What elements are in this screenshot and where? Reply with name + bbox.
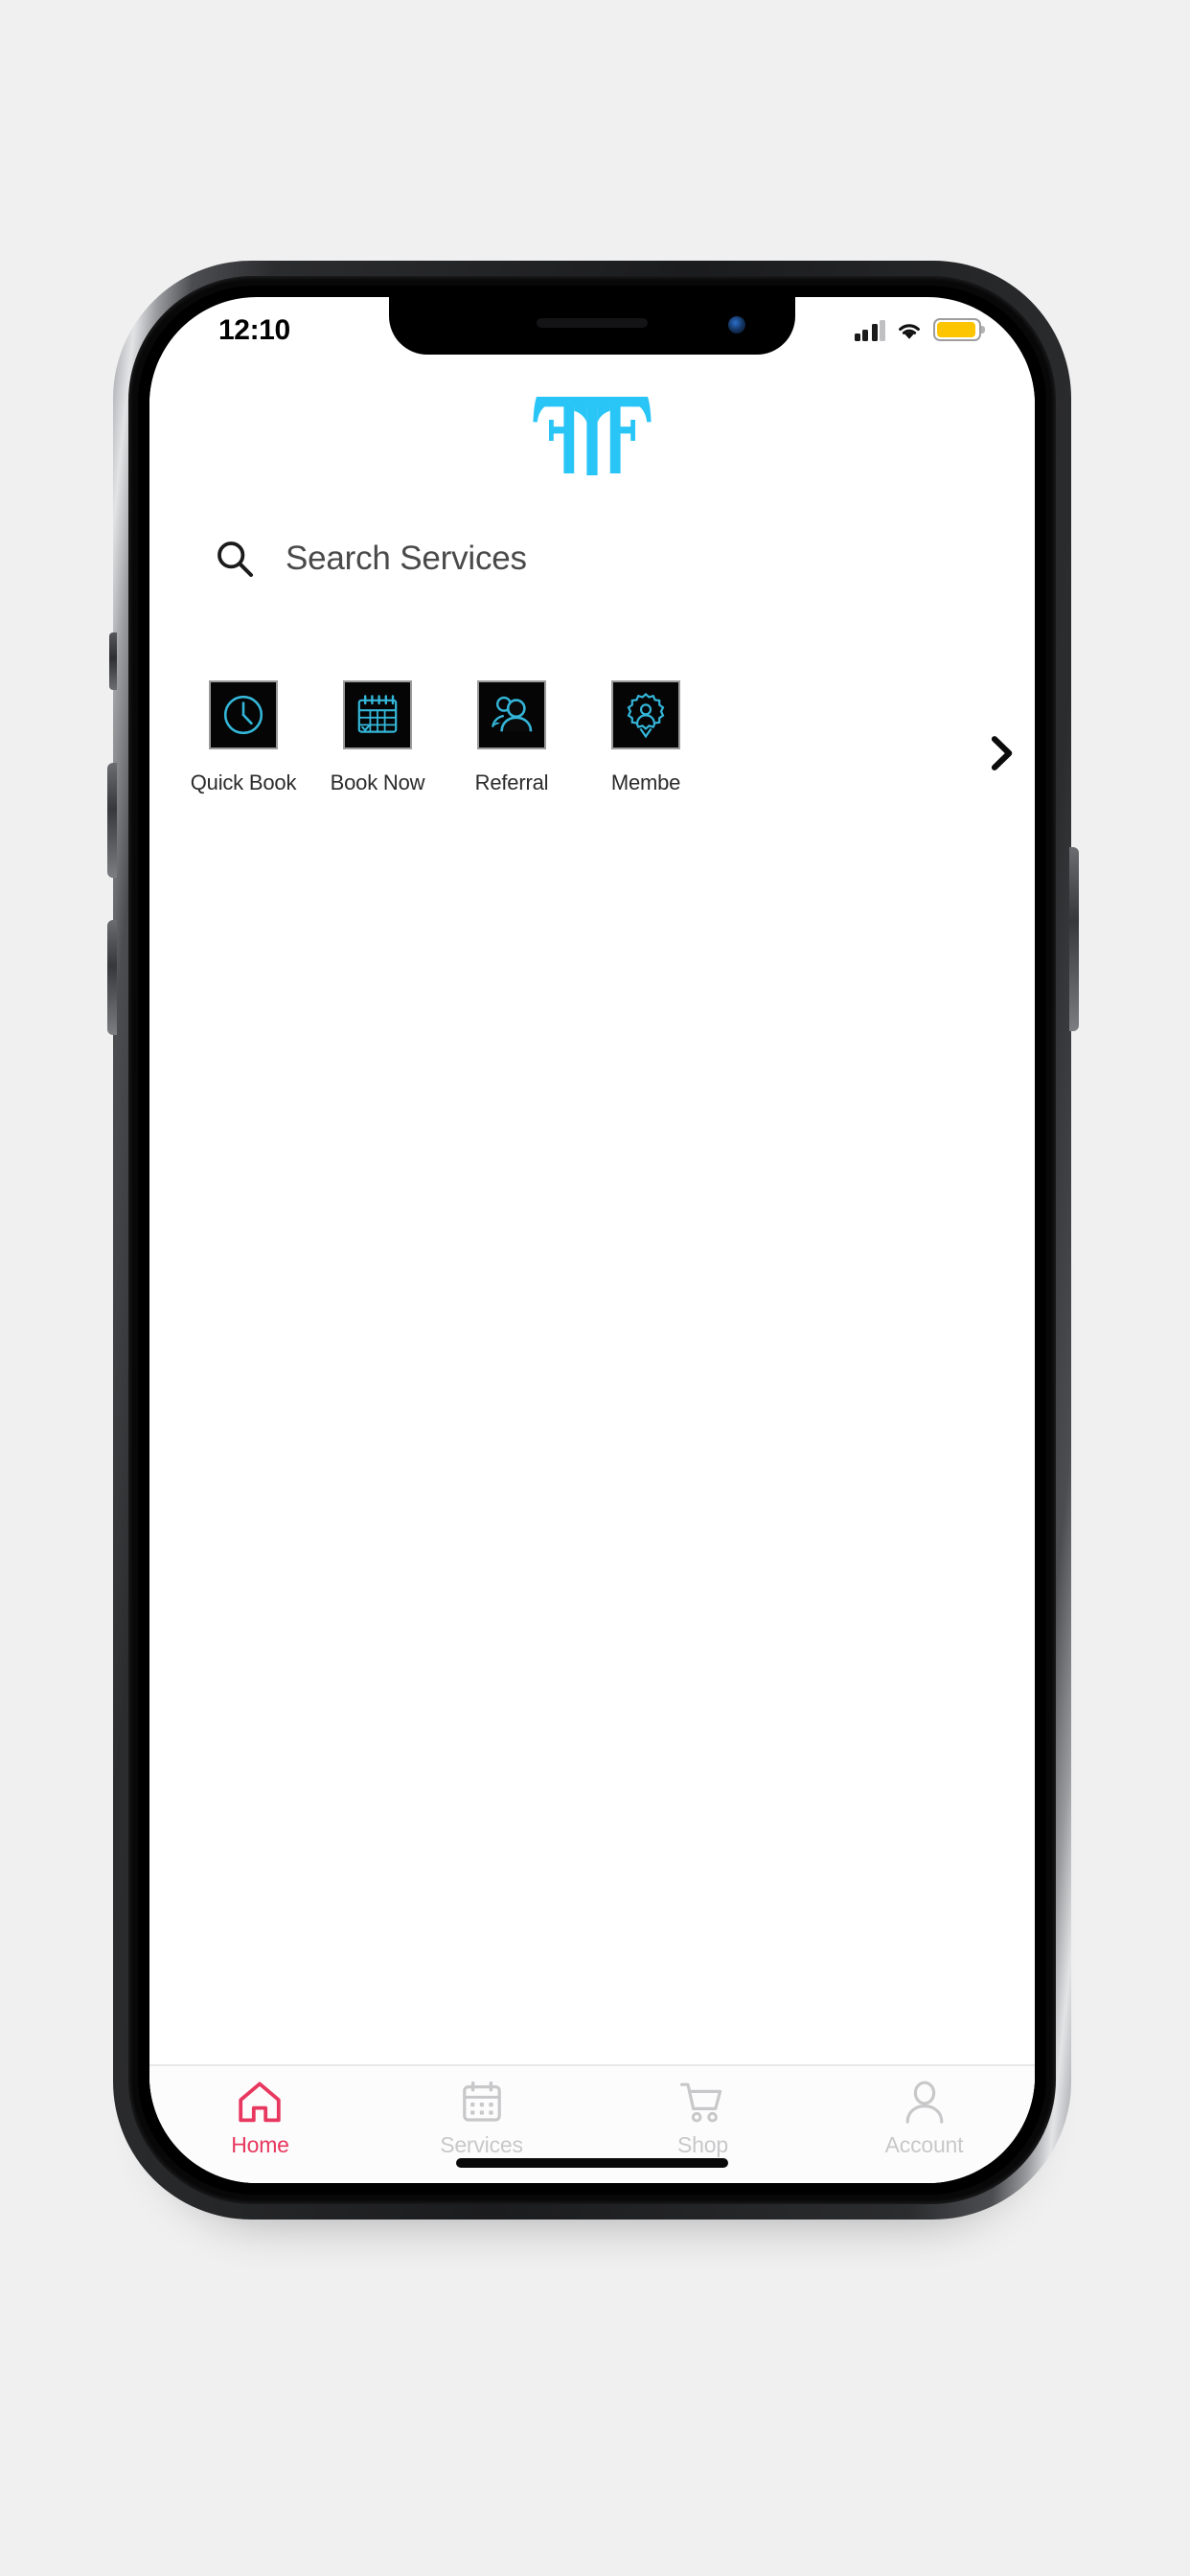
tile-icon-box [611, 680, 680, 749]
search-icon [217, 540, 253, 576]
quick-action-referral[interactable]: Referral [445, 680, 579, 795]
cellular-signal-icon [854, 320, 885, 341]
mute-switch-button[interactable] [108, 632, 116, 690]
search-input[interactable]: Search Services [286, 538, 527, 578]
nav-label: Home [231, 2135, 289, 2158]
tile-icon-box [343, 680, 412, 749]
phone-screen: 12:10 Search Services Quick Book Book No… [149, 297, 1035, 2183]
tile-icon-box [209, 680, 278, 749]
volume-up-button[interactable] [106, 763, 116, 878]
battery-icon [933, 318, 986, 341]
status-indicators [854, 318, 986, 341]
earpiece-speaker [537, 318, 648, 328]
tile-label: Membe [610, 772, 681, 795]
tile-label: Quick Book [190, 772, 297, 795]
nav-label: Shop [677, 2135, 728, 2158]
membership-badge-icon [627, 692, 665, 739]
nav-item-account[interactable]: Account [813, 2080, 1035, 2158]
double-f-monogram-logo-icon [533, 397, 652, 475]
nav-item-shop[interactable]: Shop [592, 2080, 813, 2158]
quick-action-book-now[interactable]: Book Now [310, 680, 445, 795]
person-icon [905, 2081, 943, 2124]
calendar-icon [357, 695, 398, 733]
volume-down-button[interactable] [106, 920, 116, 1035]
home-indicator-bar[interactable] [456, 2158, 728, 2168]
clock-icon [223, 695, 263, 735]
app-content: Search Services Quick Book Book Now Refe… [149, 358, 1035, 2183]
calendar-icon [462, 2081, 501, 2122]
nav-item-services[interactable]: Services [371, 2080, 592, 2158]
nav-label: Account [884, 2135, 964, 2158]
tile-icon-box [477, 680, 546, 749]
chevron-right-icon[interactable] [981, 732, 1023, 774]
nav-label: Services [440, 2135, 523, 2158]
quick-action-quick-book[interactable]: Quick Book [176, 680, 310, 795]
shopping-cart-icon [680, 2082, 722, 2123]
two-people-icon [492, 696, 533, 732]
app-scroll-area: Search Services Quick Book Book Now Refe… [149, 358, 1035, 2064]
search-bar[interactable]: Search Services [149, 508, 1035, 608]
brand-logo [149, 358, 1035, 475]
tile-label: Referral [474, 772, 549, 795]
wifi-icon [899, 324, 920, 339]
quick-actions-carousel[interactable]: Quick Book Book Now Referral Membe [149, 680, 1035, 795]
notch [389, 297, 795, 355]
power-button[interactable] [1068, 847, 1078, 1031]
quick-action-membership[interactable]: Membe [579, 680, 713, 795]
front-camera [728, 316, 745, 334]
nav-item-home[interactable]: Home [149, 2080, 371, 2158]
status-time: 12:10 [218, 314, 290, 347]
home-icon [239, 2082, 282, 2123]
phone-device-mockup: 12:10 Search Services Quick Book Book No… [106, 261, 1078, 2220]
tile-label: Book Now [330, 772, 425, 795]
